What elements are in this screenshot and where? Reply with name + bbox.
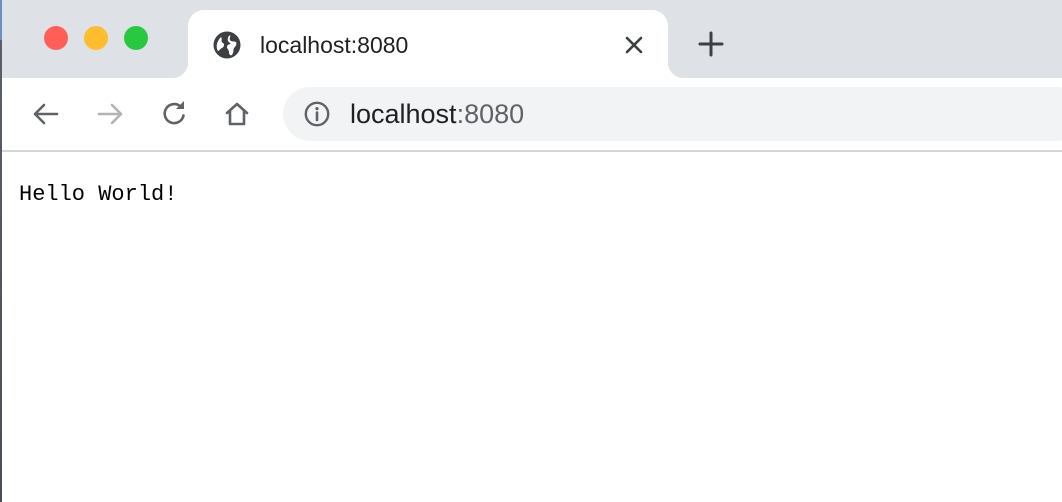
page-body-text: Hello World!	[19, 182, 178, 207]
arrow-right-icon[interactable]	[92, 96, 128, 132]
tab-title: localhost:8080	[260, 32, 409, 58]
url-text: localhost:8080	[350, 99, 524, 129]
address-bar[interactable]: localhost:8080	[283, 87, 1062, 141]
window-close-button[interactable]	[44, 26, 68, 50]
window-minimize-button[interactable]	[84, 26, 108, 50]
toolbar: localhost:8080	[0, 78, 1062, 150]
info-icon[interactable]	[304, 101, 330, 127]
window-zoom-button[interactable]	[124, 26, 148, 50]
close-icon[interactable]	[620, 31, 648, 59]
tab-localhost[interactable]: localhost:8080	[172, 10, 684, 78]
tab-strip: localhost:8080	[0, 0, 1062, 78]
plus-icon[interactable]	[696, 29, 726, 59]
home-icon[interactable]	[219, 96, 255, 132]
page-content: Hello World!	[0, 152, 1062, 502]
arrow-left-icon[interactable]	[28, 96, 64, 132]
window-edge	[0, 0, 2, 502]
url-host: localhost	[350, 99, 457, 129]
reload-icon[interactable]	[156, 96, 192, 132]
url-port: :8080	[456, 99, 525, 129]
browser-window: localhost:8080 localhost:8080 Hello Worl…	[0, 0, 1062, 502]
globe-icon	[212, 30, 242, 60]
